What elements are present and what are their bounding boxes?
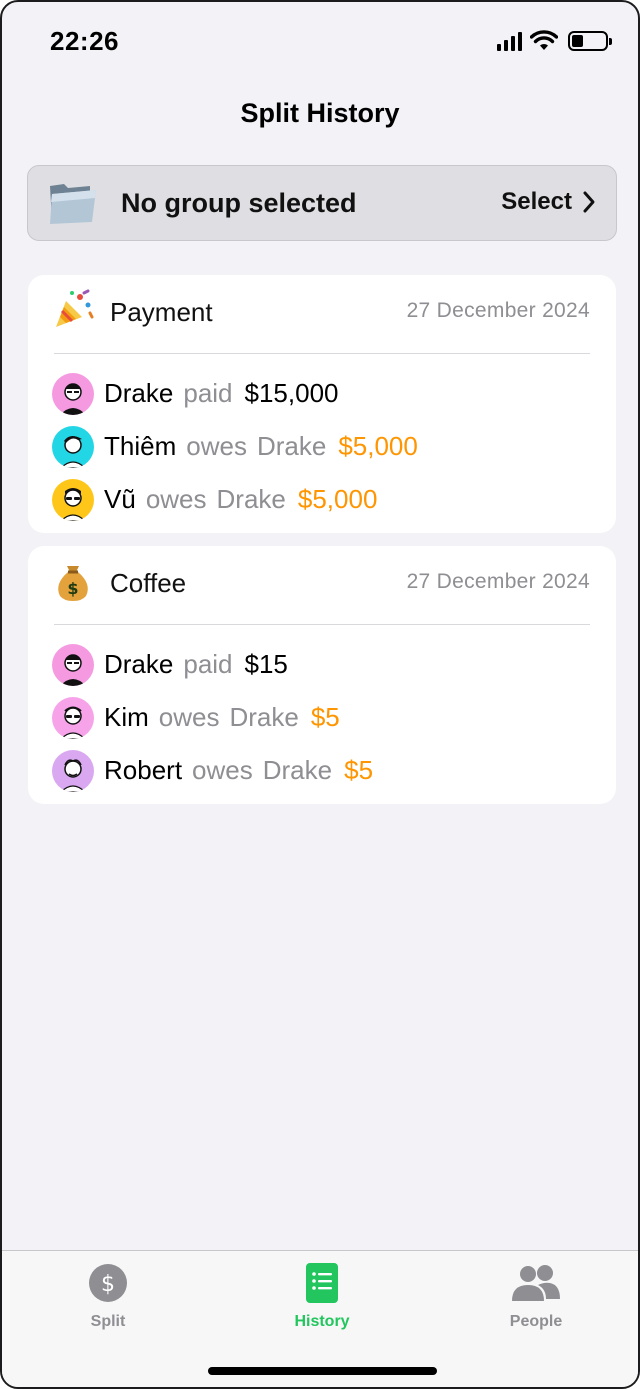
split-title: Coffee [110,568,187,598]
entry-verb: owes [192,755,253,785]
entry-target: Drake [229,702,299,732]
cellular-signal-icon [497,31,522,51]
chevron-right-icon [583,191,595,213]
app-screen: 22:26 Split History No group selected Se… [0,0,640,1389]
tab-split[interactable]: $ Split [38,1263,178,1331]
battery-icon [568,31,612,51]
entry-amount: $5 [310,702,340,732]
status-icons [497,30,612,52]
entry-name: Robert [104,755,183,785]
split-card-payment[interactable]: Payment 27 December 2024 Drake paid $15,… [28,275,616,533]
split-entry: Vũ owes Drake $5,000 [52,473,418,526]
entry-target: Drake [256,431,327,461]
entry-verb: owes [158,702,220,732]
svg-text:$: $ [101,1272,115,1297]
status-time: 22:26 [50,26,119,56]
svg-text:$: $ [67,579,78,598]
entry-amount: $15,000 [244,378,339,408]
entry-name: Drake [104,378,174,408]
split-date: 27 December 2024 [406,299,590,322]
split-entry: Kim owes Drake $5 [52,691,373,744]
group-selector-label: No group selected [121,188,357,218]
tab-label: History [294,1313,350,1330]
tab-bar: $ Split History People [2,1250,638,1387]
wifi-icon [530,30,558,50]
entry-verb: owes [186,431,247,461]
entry-name: Vũ [104,484,136,514]
tab-people[interactable]: People [466,1263,606,1331]
avatar-drake [52,643,94,686]
avatar-kim [52,696,94,739]
split-date: 27 December 2024 [406,570,590,593]
select-group-button[interactable]: Select [501,188,596,216]
entry-verb: paid [183,649,233,679]
divider [54,624,590,625]
split-card-coffee[interactable]: $ Coffee 27 December 2024 Drake paid $15… [28,546,616,804]
split-entry: Drake paid $15,000 [52,367,418,420]
dollar-circle-icon: $ [89,1264,127,1302]
entry-target: Drake [262,755,333,785]
entry-verb: owes [145,484,207,514]
party-popper-icon [56,289,94,327]
avatar-vu [52,478,94,521]
entry-amount: $5,000 [338,431,418,461]
page-title: Split History [240,98,400,128]
entry-verb: paid [183,378,233,408]
avatar-robert [52,749,94,792]
entry-amount: $5,000 [297,484,378,514]
divider [54,353,590,354]
split-card-header: $ Coffee 27 December 2024 [28,546,616,624]
entry-name: Kim [104,702,149,732]
entry-name: Drake [104,649,174,679]
split-entry: Thiêm owes Drake $5,000 [52,420,418,473]
tab-label: Split [90,1313,126,1330]
entry-amount: $5 [344,755,374,785]
split-title: Payment [110,297,213,327]
avatar-thiem [52,425,94,468]
people-icon [512,1265,560,1301]
avatar-drake [52,372,94,415]
tab-label: People [509,1313,563,1330]
entry-amount: $15 [244,649,288,679]
list-document-icon [306,1263,338,1303]
split-card-header: Payment 27 December 2024 [28,275,616,353]
entry-name: Thiêm [104,431,177,461]
home-indicator [208,1367,437,1375]
entry-target: Drake [216,484,286,514]
split-entry: Robert owes Drake $5 [52,744,373,797]
group-selector[interactable]: No group selected Select [27,165,617,241]
split-entry: Drake paid $15 [52,638,373,691]
select-group-label: Select [501,188,572,215]
status-bar: 22:26 [2,2,638,82]
money-bag-icon: $ [58,566,88,601]
folder-icon [50,184,96,224]
tab-history[interactable]: History [252,1263,392,1331]
